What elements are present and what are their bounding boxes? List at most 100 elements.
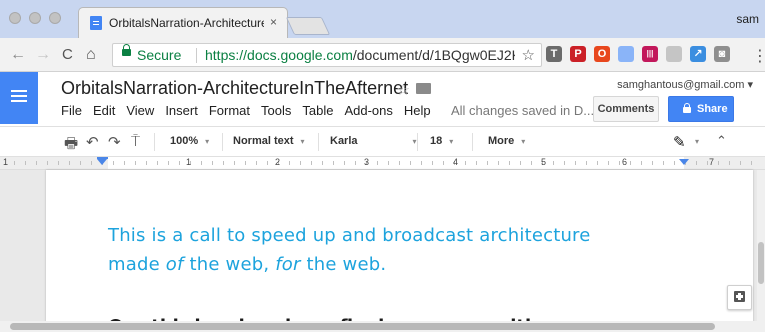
docs-extension-icon[interactable] bbox=[618, 46, 634, 62]
ruler-tick bbox=[707, 161, 708, 165]
undo-icon[interactable]: ↶ bbox=[86, 133, 99, 151]
ruler-tick bbox=[146, 161, 147, 165]
reload-icon[interactable]: C bbox=[62, 46, 73, 63]
ruler-tick bbox=[388, 161, 389, 165]
browser-tab-strip: OrbitalsNarration-Architecture × sam bbox=[0, 0, 765, 38]
menu-format[interactable]: Format bbox=[209, 103, 250, 118]
ruler-number: 5 bbox=[541, 157, 547, 167]
profile-name[interactable]: sam bbox=[736, 12, 759, 26]
ruler-tick bbox=[355, 161, 356, 165]
new-tab-button[interactable] bbox=[285, 17, 331, 35]
comments-button[interactable]: Comments bbox=[593, 96, 659, 122]
menu-view[interactable]: View bbox=[126, 103, 154, 118]
more-button[interactable]: More ▾ bbox=[488, 135, 525, 147]
menu-bar: File Edit View Insert Format Tools Table Add-on… bbox=[61, 103, 442, 118]
share-label: Share bbox=[697, 103, 728, 115]
horizontal-scrollbar[interactable] bbox=[0, 321, 765, 332]
print-icon[interactable]: 🖶 bbox=[64, 133, 78, 158]
ruler-number: 4 bbox=[453, 157, 459, 167]
ruler-tick bbox=[564, 161, 565, 165]
bookmark-star-icon[interactable]: ☆ bbox=[522, 46, 535, 64]
toolbar-divider bbox=[472, 133, 473, 151]
star-document-icon[interactable]: ☆ bbox=[396, 80, 410, 100]
formatting-toolbar: 🖶 ↶ ↷ ⍑ 100% ▾ Normal text ▾ Karla ▾ 18 ▾ Mo… bbox=[0, 127, 765, 157]
explore-button[interactable] bbox=[727, 285, 752, 310]
address-divider bbox=[196, 48, 197, 63]
arrow-extension-icon[interactable]: ↗ bbox=[690, 46, 706, 62]
horizontal-scroll-thumb[interactable] bbox=[10, 323, 715, 330]
right-indent-handle[interactable] bbox=[679, 159, 689, 165]
ruler-tick bbox=[718, 161, 719, 165]
left-indent-handle[interactable] bbox=[97, 159, 107, 165]
browser-menu-icon[interactable]: ⋮ bbox=[752, 46, 765, 66]
ruler-tick bbox=[377, 161, 378, 165]
ruler: 1 1 2 3 4 5 6 7 bbox=[0, 157, 765, 170]
translate-extension-icon[interactable]: T bbox=[546, 46, 562, 62]
ruler-tick bbox=[531, 161, 532, 165]
ruler-number: 7 bbox=[709, 157, 715, 167]
zoom-select[interactable]: 100% ▾ bbox=[170, 135, 209, 147]
move-to-folder-icon[interactable] bbox=[416, 83, 431, 94]
opera-extension-icon[interactable]: O bbox=[594, 46, 610, 62]
editing-mode-dropdown[interactable]: ▾ bbox=[688, 135, 699, 147]
lead-paragraph[interactable]: This is a call to speed up and broadcast… bbox=[108, 221, 708, 279]
minimize-window-button[interactable] bbox=[29, 12, 41, 24]
menu-file[interactable]: File bbox=[61, 103, 82, 118]
menu-tools[interactable]: Tools bbox=[261, 103, 291, 118]
ruler-tick bbox=[729, 161, 730, 165]
ruler-tick bbox=[14, 161, 15, 165]
ruler-tick bbox=[443, 161, 444, 165]
menu-table[interactable]: Table bbox=[302, 103, 333, 118]
camera-extension-icon[interactable]: ◙ bbox=[714, 46, 730, 62]
font-select[interactable]: Karla ▾ bbox=[330, 135, 417, 147]
menu-help[interactable]: Help bbox=[404, 103, 431, 118]
paragraph-style-select[interactable]: Normal text ▾ bbox=[233, 135, 305, 147]
back-arrow-icon[interactable]: ← bbox=[10, 46, 26, 64]
save-status[interactable]: All changes saved in D... bbox=[451, 103, 594, 118]
ruler-tick bbox=[47, 161, 48, 165]
ruler-tick bbox=[245, 161, 246, 165]
url-text[interactable]: https://docs.google.com/document/d/1BQgw… bbox=[205, 47, 515, 63]
ruler-tick bbox=[597, 161, 598, 165]
document-title[interactable]: OrbitalsNarration-ArchitectureInTheAfter… bbox=[61, 78, 408, 99]
menu-edit[interactable]: Edit bbox=[93, 103, 115, 118]
cloud-extension-icon[interactable] bbox=[666, 46, 682, 62]
redo-icon[interactable]: ↷ bbox=[108, 133, 121, 151]
ruler-number: 6 bbox=[622, 157, 628, 167]
ruler-number: 1 bbox=[186, 157, 192, 167]
ruler-tick bbox=[740, 161, 741, 165]
editing-mode-pen-icon[interactable]: ✎ bbox=[673, 133, 686, 151]
zoom-window-button[interactable] bbox=[49, 12, 61, 24]
address-bar[interactable]: Secure https://docs.google.com/document/… bbox=[112, 43, 542, 67]
ruler-tick bbox=[751, 161, 752, 165]
paint-format-icon[interactable]: ⍑ bbox=[131, 133, 140, 150]
forward-arrow-icon[interactable]: → bbox=[35, 46, 51, 64]
ruler-tick bbox=[476, 161, 477, 165]
toolbar-divider bbox=[417, 133, 418, 151]
docs-home-logo-icon[interactable] bbox=[0, 72, 38, 124]
ruler-tick bbox=[410, 161, 411, 165]
font-size-select[interactable]: 18 ▾ bbox=[430, 135, 453, 147]
document-page[interactable]: This is a call to speed up and broadcast… bbox=[46, 170, 753, 332]
tab-close-icon[interactable]: × bbox=[270, 15, 277, 29]
bars-extension-icon[interactable]: ||| bbox=[642, 46, 658, 62]
collapse-toolbar-icon[interactable]: ⌃ bbox=[716, 133, 727, 149]
pinterest-extension-icon[interactable]: P bbox=[570, 46, 586, 62]
home-icon[interactable]: ⌂ bbox=[86, 46, 96, 64]
lead-line-1: This is a call to speed up and broadcast… bbox=[108, 225, 591, 246]
ruler-number: 2 bbox=[275, 157, 281, 167]
vertical-scrollbar[interactable] bbox=[757, 170, 765, 332]
share-button[interactable]: Share bbox=[668, 96, 734, 122]
ruler-tick bbox=[157, 161, 158, 165]
ruler-tick bbox=[267, 161, 268, 165]
ruler-tick bbox=[179, 161, 180, 165]
ruler-tick bbox=[25, 161, 26, 165]
vertical-scroll-thumb[interactable] bbox=[758, 242, 764, 284]
browser-toolbar: ← → C ⌂ Secure https://docs.google.com/d… bbox=[0, 38, 765, 72]
menu-insert[interactable]: Insert bbox=[165, 103, 198, 118]
account-email[interactable]: samghantous@gmail.com ▾ bbox=[617, 78, 753, 91]
close-window-button[interactable] bbox=[9, 12, 21, 24]
menu-addons[interactable]: Add-ons bbox=[344, 103, 392, 118]
browser-tab[interactable]: OrbitalsNarration-Architecture × bbox=[78, 7, 288, 38]
ruler-tick bbox=[80, 161, 81, 165]
